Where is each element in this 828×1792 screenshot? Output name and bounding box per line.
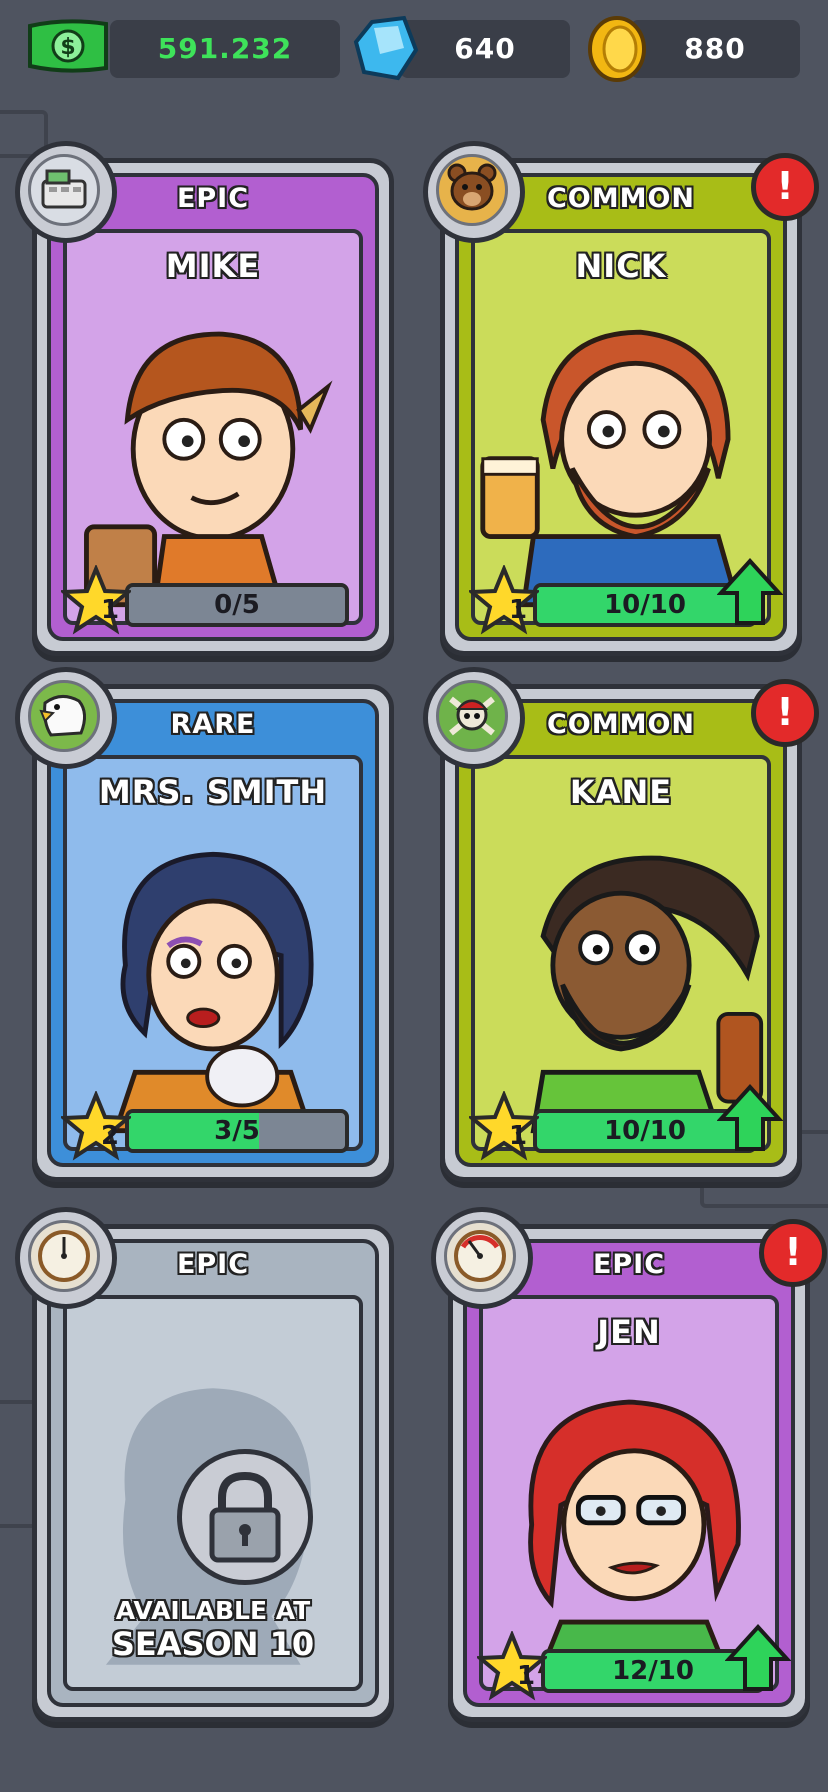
portrait: AVAILABLE AT SEASON 10 bbox=[63, 1295, 363, 1691]
season-label: SEASON 10 bbox=[111, 1625, 315, 1663]
level-progress: 2 3/5 bbox=[61, 1091, 349, 1161]
svg-text:$: $ bbox=[60, 35, 75, 60]
character-name: MIKE bbox=[165, 247, 261, 285]
cash-register-icon bbox=[41, 169, 87, 209]
progress-bar: 3/5 bbox=[125, 1109, 349, 1153]
gauge-icon bbox=[38, 1230, 90, 1282]
pirate-skull-icon bbox=[449, 696, 495, 736]
upgrade-arrow-icon[interactable] bbox=[717, 557, 783, 627]
level-number: 1 bbox=[508, 595, 528, 625]
card-locked[interactable]: EPIC AVAILABLE AT SEASON 10 bbox=[15, 1207, 394, 1722]
badge-gauge bbox=[15, 1207, 117, 1309]
level-progress: 1 10/10 bbox=[469, 558, 783, 635]
bear-icon bbox=[447, 163, 497, 211]
progress-bar: 0/5 bbox=[125, 583, 349, 627]
badge-bear bbox=[423, 141, 525, 243]
level-number: 1 bbox=[508, 1121, 528, 1151]
badge-cash-register bbox=[15, 141, 117, 243]
level-number: 1 bbox=[516, 1661, 536, 1691]
character-name: MRS. SMITH bbox=[98, 773, 328, 811]
eagle-icon bbox=[39, 695, 86, 737]
alert-badge[interactable]: ! bbox=[751, 679, 819, 747]
character-name: KANE bbox=[569, 773, 673, 811]
level-progress: 1 0/5 bbox=[61, 565, 349, 635]
character-mrs-smith-illustration bbox=[112, 851, 314, 1134]
level-progress: 1 10/10 bbox=[469, 1084, 783, 1161]
alert-badge[interactable]: ! bbox=[759, 1219, 827, 1287]
character-name: NICK bbox=[575, 247, 667, 285]
card-nick[interactable]: COMMON NICK ! 1 10/10 bbox=[423, 141, 819, 656]
cash-amount: 591.232 bbox=[157, 32, 293, 65]
badge-eagle bbox=[15, 667, 117, 769]
character-name: JEN bbox=[597, 1313, 661, 1351]
alert-badge[interactable]: ! bbox=[751, 153, 819, 221]
coin-icon bbox=[588, 16, 646, 82]
cash-icon: $ bbox=[28, 19, 108, 73]
currency-bar: $ 591.232 640 880 bbox=[0, 0, 828, 100]
card-jen[interactable]: EPIC JEN ! 1 12/10 bbox=[431, 1207, 827, 1722]
lock-button[interactable] bbox=[177, 1449, 313, 1585]
card-frame: EPIC AVAILABLE AT SEASON 10 bbox=[47, 1239, 379, 1707]
level-number: 2 bbox=[100, 1121, 120, 1151]
gem-icon bbox=[353, 15, 419, 81]
character-mike-illustration bbox=[84, 331, 333, 608]
upgrade-arrow-icon[interactable] bbox=[717, 1083, 783, 1153]
upgrade-arrow-icon[interactable] bbox=[725, 1623, 791, 1693]
badge-pirate-skull bbox=[423, 667, 525, 769]
progress-text: 0/5 bbox=[214, 590, 260, 620]
gauge-icon bbox=[454, 1230, 506, 1282]
badge-gauge bbox=[431, 1207, 533, 1309]
available-at-label: AVAILABLE AT bbox=[115, 1596, 311, 1625]
level-number: 1 bbox=[100, 595, 120, 625]
coins-amount: 880 bbox=[684, 32, 746, 65]
level-progress: 1 12/10 bbox=[477, 1624, 791, 1701]
card-mrs-smith[interactable]: RARE MRS. SMITH 2 3/5 bbox=[15, 667, 394, 1182]
gems-amount: 640 bbox=[454, 32, 516, 65]
card-mike[interactable]: EPIC MIKE 1 0/5 bbox=[15, 141, 394, 656]
lock-icon bbox=[209, 1471, 281, 1563]
progress-text: 3/5 bbox=[214, 1116, 260, 1146]
card-kane[interactable]: COMMON KANE ! 1 10/10 bbox=[423, 667, 819, 1182]
